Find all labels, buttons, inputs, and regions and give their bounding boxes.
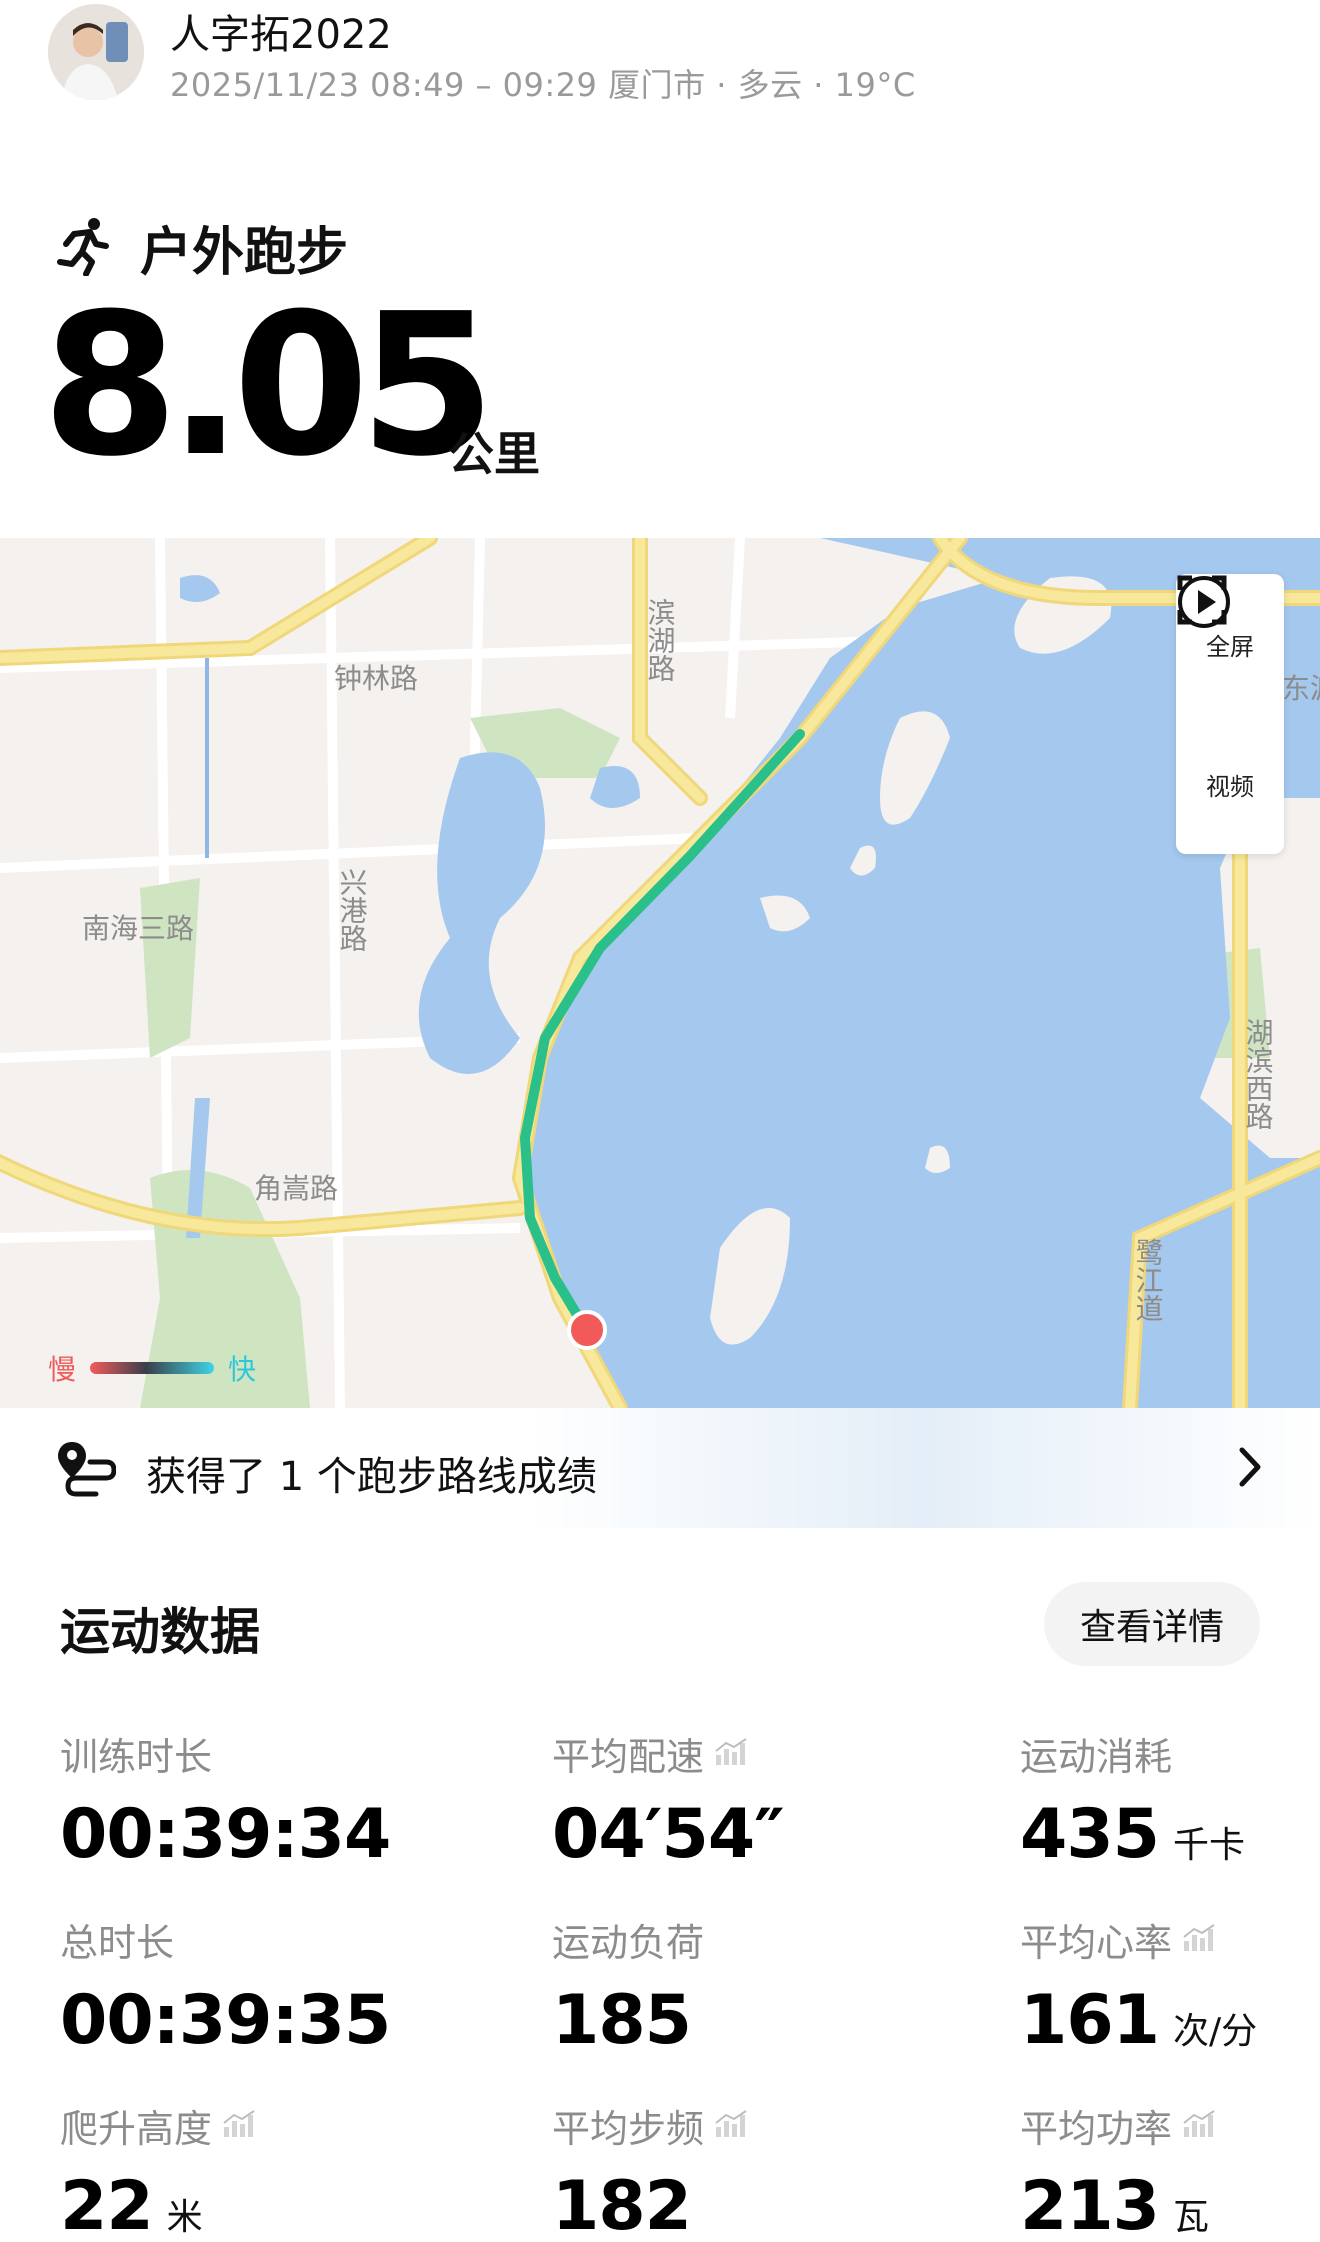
stat-training-load: 运动负荷 185: [552, 1912, 704, 2060]
stat-avg-power[interactable]: 平均功率 213 瓦: [1020, 2098, 1216, 2242]
video-button[interactable]: 视频: [1178, 576, 1254, 802]
legend-gradient: [90, 1362, 215, 1374]
stat-unit: 米: [166, 2197, 203, 2238]
map-label: 兴港路: [336, 868, 369, 952]
fullscreen-label: 全屏: [1206, 632, 1254, 661]
trend-chart-icon: [714, 2104, 748, 2148]
distance-value: 8.05: [42, 272, 496, 500]
map-canvas[interactable]: 钟林路 南海三路 角嵩路 东渡 滨湖路 兴港路 湖滨西路 鹭江道: [0, 538, 1320, 1408]
stat-value: 161: [1020, 1981, 1160, 2060]
route-achievement-banner[interactable]: 获得了 1 个跑步路线成绩: [0, 1408, 1320, 1528]
achievement-text: 获得了 1 个跑步路线成绩: [146, 1454, 597, 1500]
fullscreen-button[interactable]: 全屏: [1177, 575, 1254, 662]
stat-training-duration: 训练时长 00:39:34: [60, 1726, 391, 1874]
map-label: 鹭江道: [1132, 1238, 1165, 1322]
stat-unit: 次/分: [1172, 2011, 1258, 2052]
section-title: 运动数据: [60, 1603, 260, 1661]
trend-chart-icon: [222, 2104, 256, 2148]
stat-avg-pace[interactable]: 平均配速 04′54″: [552, 1726, 785, 1874]
view-details-button[interactable]: 查看详情: [1044, 1582, 1260, 1666]
stat-unit: 瓦: [1172, 2197, 1209, 2238]
stat-label: 爬升高度: [60, 2107, 213, 2151]
route-end-marker: [567, 1310, 607, 1350]
map-tools: 全屏 视频: [1176, 574, 1284, 854]
stat-label: 平均功率: [1020, 2107, 1173, 2151]
avatar[interactable]: [48, 4, 144, 100]
map-label: 钟林路: [334, 662, 418, 695]
stat-avg-cadence[interactable]: 平均步频 182: [552, 2098, 748, 2242]
map-label: 东渡: [1282, 672, 1320, 705]
pace-legend: 慢 快: [48, 1348, 256, 1388]
stat-label: 平均心率: [1020, 1921, 1173, 1965]
stat-label: 运动消耗: [1020, 1735, 1173, 1779]
stat-label: 平均配速: [552, 1735, 705, 1779]
legend-fast: 快: [228, 1353, 257, 1386]
stat-value: 185: [552, 1981, 692, 2060]
trend-chart-icon: [1182, 1918, 1216, 1962]
chevron-right-icon: [1236, 1444, 1264, 1494]
route-map[interactable]: 钟林路 南海三路 角嵩路 东渡 滨湖路 兴港路 湖滨西路 鹭江道 全屏 视频: [0, 538, 1320, 1408]
distance-unit: 公里: [448, 427, 540, 481]
legend-slow: 慢: [48, 1353, 77, 1386]
stat-value: 00:39:35: [60, 1981, 391, 2060]
stat-calories: 运动消耗 435 千卡: [1020, 1726, 1245, 1874]
stat-label: 平均步频: [552, 2107, 705, 2151]
stat-value: 00:39:34: [60, 1795, 391, 1874]
stat-total-duration: 总时长 00:39:35: [60, 1912, 391, 2060]
stat-value: 22: [60, 2167, 154, 2242]
stat-label: 训练时长: [60, 1735, 213, 1779]
stat-value: 435: [1020, 1795, 1160, 1874]
stat-label: 总时长: [60, 1921, 175, 1965]
map-label: 湖滨西路: [1242, 1018, 1275, 1130]
avatar-image: [48, 4, 144, 100]
running-person-icon: [56, 216, 112, 280]
stat-value: 04′54″: [552, 1795, 785, 1874]
video-label: 视频: [1206, 772, 1254, 801]
map-label: 角嵩路: [254, 1172, 338, 1205]
trend-chart-icon: [714, 1732, 748, 1776]
workout-meta: 2025/11/23 08:49 – 09:29 厦门市 · 多云 · 19°C: [170, 66, 916, 104]
stat-value: 182: [552, 2167, 692, 2242]
stat-elevation-gain[interactable]: 爬升高度 22 米: [60, 2098, 256, 2242]
stat-value: 213: [1020, 2167, 1160, 2242]
user-name[interactable]: 人字拓2022: [170, 2, 392, 60]
stat-avg-heart-rate[interactable]: 平均心率 161 次/分: [1020, 1912, 1257, 2060]
route-pin-icon: [56, 1438, 117, 1502]
map-label: 南海三路: [82, 912, 194, 945]
stat-unit: 千卡: [1172, 1825, 1245, 1866]
map-label: 滨湖路: [644, 598, 677, 682]
play-icon: [1178, 576, 1230, 628]
stat-label: 运动负荷: [552, 1921, 705, 1965]
trend-chart-icon: [1182, 2104, 1216, 2148]
